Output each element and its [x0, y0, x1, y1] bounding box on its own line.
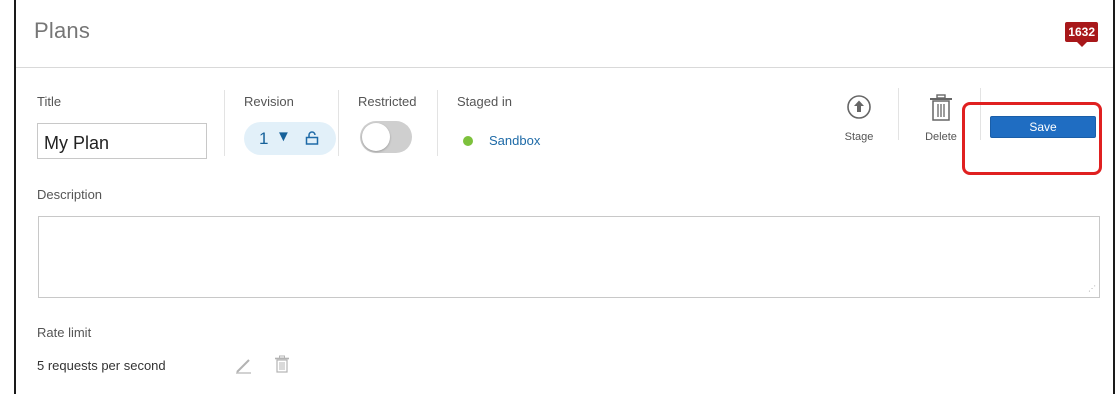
- divider: [898, 88, 899, 140]
- trash-icon[interactable]: [274, 355, 290, 378]
- status-dot: [463, 136, 473, 146]
- divider: [224, 90, 225, 156]
- title-label: Title: [37, 94, 62, 109]
- revision-dropdown[interactable]: 1 ▼: [244, 122, 336, 155]
- staged-in-label: Staged in: [457, 94, 512, 109]
- chevron-down-icon: ▼: [276, 128, 291, 145]
- stage-label: Stage: [844, 131, 874, 143]
- description-textarea[interactable]: [38, 216, 1100, 298]
- stage-button[interactable]: Stage: [829, 94, 889, 154]
- revision-label: Revision: [244, 94, 294, 109]
- save-highlight-box: [962, 102, 1102, 175]
- toggle-knob: [362, 123, 390, 151]
- upload-circle-icon: [847, 95, 871, 119]
- rate-limit-label: Rate limit: [37, 325, 92, 340]
- revision-value: 1: [259, 129, 269, 148]
- restricted-label: Restricted: [358, 94, 417, 109]
- resize-grip-icon[interactable]: ⋰: [1088, 284, 1096, 293]
- panel-header: Plans 1632: [16, 0, 1113, 68]
- divider: [437, 90, 438, 156]
- restricted-toggle[interactable]: [360, 121, 412, 153]
- title-input[interactable]: [37, 123, 207, 159]
- rate-limit-value: 5 requests per second: [37, 358, 166, 373]
- unlock-icon[interactable]: [305, 131, 319, 150]
- page-title: Plans: [34, 18, 91, 43]
- sandbox-link[interactable]: Sandbox: [489, 133, 540, 148]
- divider: [338, 90, 339, 156]
- pencil-icon[interactable]: [234, 356, 252, 379]
- trash-icon: [930, 94, 952, 121]
- plans-panel: Plans 1632 Title Revision 1 ▼ Restricted…: [14, 0, 1115, 394]
- description-label: Description: [37, 187, 103, 202]
- notification-badge[interactable]: 1632: [1065, 22, 1098, 47]
